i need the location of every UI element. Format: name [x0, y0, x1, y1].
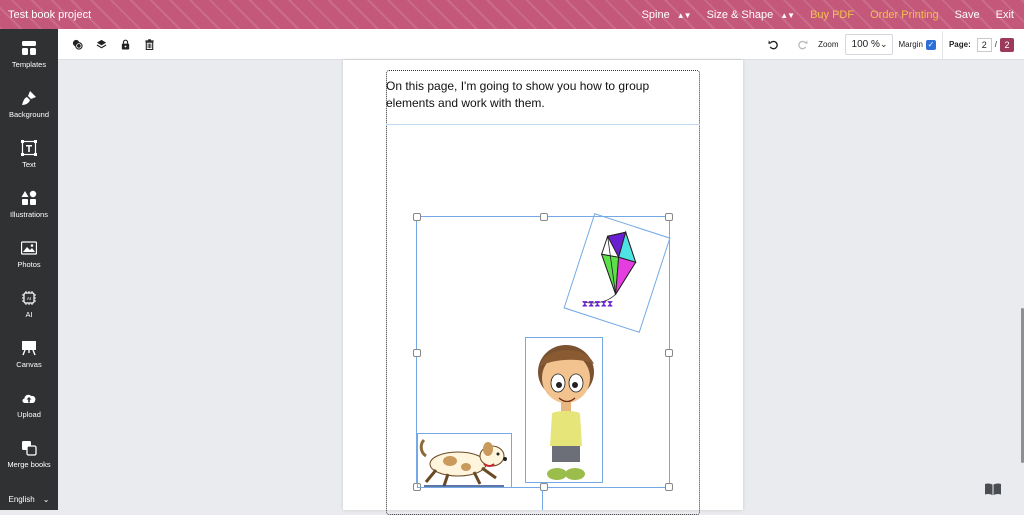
templates-icon [22, 40, 36, 55]
chevron-down-icon: ⌄ [42, 495, 50, 504]
editor-toolbar: Zoom 100 % ⌄ Margin ✓ Page: 2 / 2 [58, 29, 1024, 60]
updown-arrow-icon: ▲▼ [676, 10, 692, 20]
zoom-select[interactable]: 100 % ⌄ [844, 34, 893, 55]
resize-handle-right[interactable] [665, 349, 673, 357]
sidebar-item-label: Photos [17, 259, 41, 269]
spine-dropdown[interactable]: Spine ▲▼ [642, 9, 692, 21]
lock-icon[interactable] [120, 39, 131, 50]
ai-chip-icon: AI [22, 290, 36, 305]
merge-icon [22, 440, 37, 456]
page-total-badge: 2 [1000, 37, 1014, 52]
page-separator: / [994, 40, 997, 49]
shapes-icon [21, 190, 37, 205]
order-printing-link[interactable]: Order Printing [870, 9, 938, 21]
sidebar-item-text[interactable]: Text [0, 129, 58, 179]
sidebar-item-photos[interactable]: Photos [0, 229, 58, 279]
buy-pdf-link[interactable]: Buy PDF [810, 9, 854, 21]
svg-text:AI: AI [27, 296, 31, 301]
page-number-input[interactable]: 2 [976, 37, 992, 52]
sidebar-item-label: Templates [11, 59, 47, 69]
project-title[interactable]: Test book project [8, 9, 91, 21]
easel-icon [22, 340, 36, 355]
dog-illustration[interactable] [417, 433, 512, 488]
size-shape-dropdown[interactable]: Size & Shape ▲▼ [707, 9, 795, 21]
cloud-upload-icon [22, 394, 36, 403]
trash-icon[interactable] [144, 38, 155, 50]
sidebar-item-label: Text [22, 159, 36, 169]
text-icon [21, 139, 37, 156]
resize-handle-top-right[interactable] [665, 213, 673, 221]
sidebar-item-label: Illustrations [10, 209, 48, 219]
chevron-down-icon: ⌄ [879, 39, 888, 49]
boy-illustration[interactable] [525, 337, 603, 483]
zoom-label: Zoom [818, 40, 839, 49]
canvas-area: On this page, I'm going to show you how … [58, 60, 1024, 515]
sidebar-item-templates[interactable]: Templates [0, 29, 58, 79]
dog-image [419, 438, 507, 487]
book-guide-icon[interactable] [984, 482, 1002, 496]
margin-label: Margin [898, 40, 923, 49]
sidebar-item-label: AI [25, 309, 33, 319]
resize-handle-top[interactable] [540, 213, 548, 221]
page-text-box[interactable]: On this page, I'm going to show you how … [386, 78, 700, 125]
updown-arrow-icon: ▲▼ [780, 10, 795, 20]
image-icon [21, 240, 37, 255]
sidebar-item-label: Background [8, 109, 50, 119]
sidebar-item-canvas[interactable]: Canvas [0, 329, 58, 379]
group-selection-box[interactable]: ⧗⧗⧗⧗⧗ [413, 213, 673, 491]
sidebar-item-background[interactable]: Background [0, 79, 58, 129]
top-bar: Test book project Spine ▲▼ Size & Shape ▲▼… [0, 0, 1024, 29]
resize-handle-left[interactable] [413, 349, 421, 357]
kite-illustration[interactable]: ⧗⧗⧗⧗⧗ [563, 213, 671, 333]
language-selector[interactable]: English ⌄ [0, 495, 58, 504]
sidebar-item-upload[interactable]: Upload [0, 379, 58, 429]
book-page[interactable]: On this page, I'm going to show you how … [343, 60, 743, 515]
sidebar: Templates Background Text Illustrations … [0, 29, 58, 510]
kite-image: ⧗⧗⧗⧗⧗ [582, 230, 637, 309]
exit-button[interactable]: Exit [996, 9, 1014, 21]
undo-icon[interactable] [768, 39, 779, 50]
top-menu: Spine ▲▼ Size & Shape ▲▼ Buy PDF Order Pri… [626, 0, 1014, 29]
resize-handle-top-left[interactable] [413, 213, 421, 221]
language-label: English [8, 495, 35, 504]
page-label: Page: [948, 40, 971, 49]
sidebar-item-merge-books[interactable]: Merge books [0, 429, 58, 479]
resize-handle-bottom-right[interactable] [665, 483, 673, 491]
sidebar-item-label: Merge books [7, 459, 51, 469]
redo-icon[interactable] [797, 39, 808, 50]
svg-text:⧗⧗⧗⧗⧗: ⧗⧗⧗⧗⧗ [582, 299, 614, 309]
sidebar-item-illustrations[interactable]: Illustrations [0, 179, 58, 229]
toolbar-divider [941, 30, 943, 59]
group-connector-line [542, 490, 543, 510]
duplicate-icon[interactable] [72, 39, 83, 50]
sidebar-item-label: Canvas [16, 359, 42, 369]
sidebar-item-label: Upload [17, 409, 41, 419]
margin-checkbox[interactable]: ✓ [925, 39, 936, 50]
sidebar-item-ai[interactable]: AI AI [0, 279, 58, 329]
zoom-value: 100 % [851, 39, 880, 50]
save-button[interactable]: Save [955, 9, 980, 21]
boy-image [538, 345, 594, 480]
brush-icon [22, 90, 36, 105]
layers-icon[interactable] [96, 39, 107, 50]
